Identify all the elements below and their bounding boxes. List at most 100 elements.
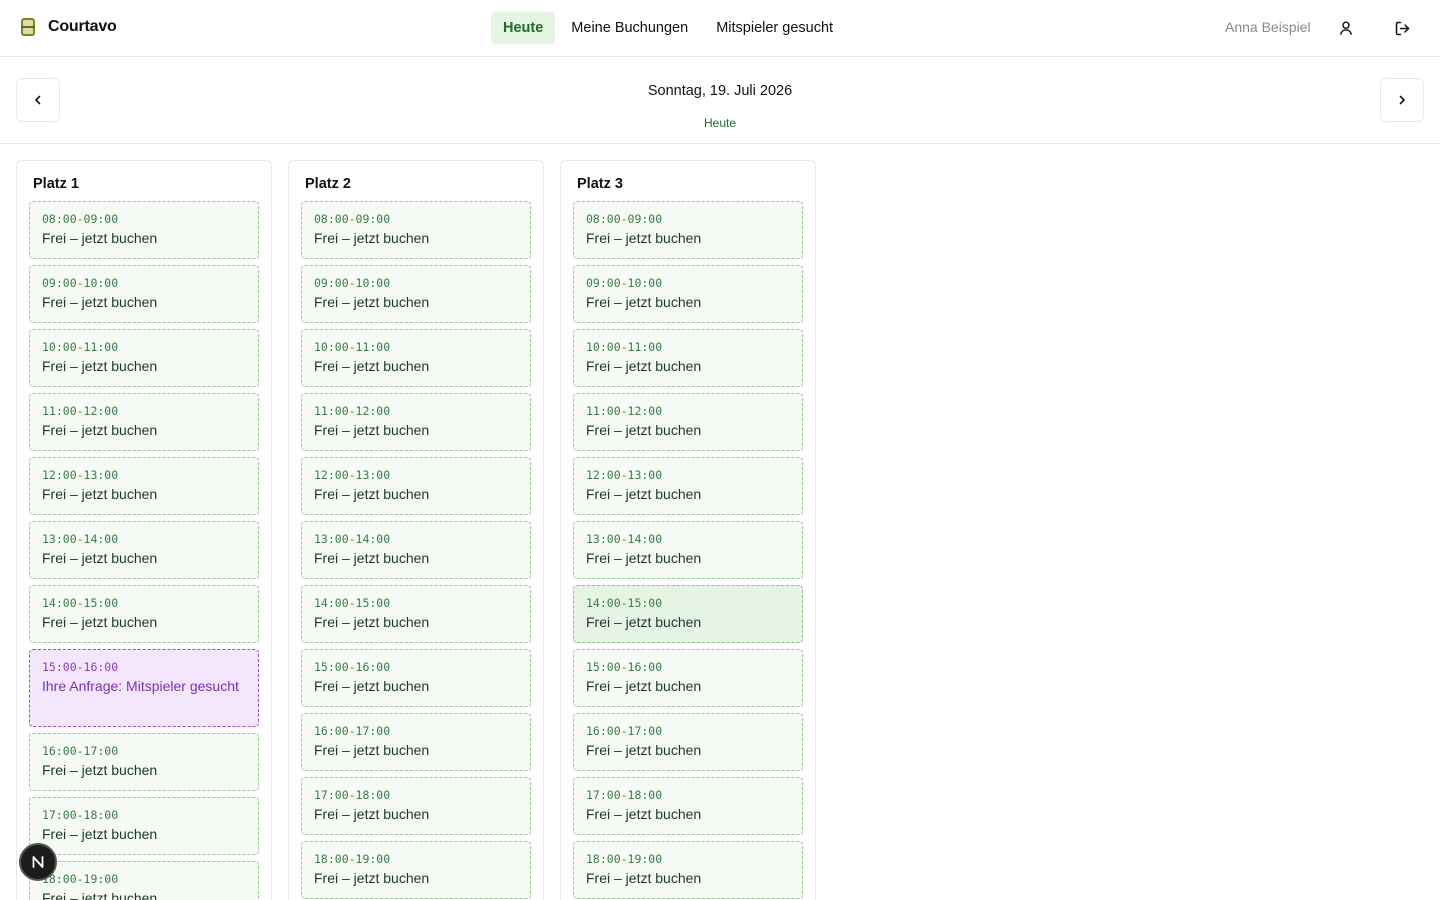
slot-time: 18:00-19:00 <box>42 872 119 886</box>
slot-label: Frei – jetzt buchen <box>42 486 158 502</box>
slot-card[interactable]: 15:00-16:00 Frei – jetzt buchen <box>573 649 803 707</box>
slot-time: 08:00-09:00 <box>314 212 391 226</box>
slot-label: Frei – jetzt buchen <box>314 358 430 374</box>
dev-tools-button[interactable] <box>19 843 57 881</box>
slot-card[interactable]: 08:00-09:00 Frei – jetzt buchen <box>29 201 259 259</box>
slot-time: 16:00-17:00 <box>42 744 119 758</box>
slot-time: 12:00-13:00 <box>314 468 391 482</box>
slot-label: Frei – jetzt buchen <box>586 358 702 374</box>
slot-label: Frei – jetzt buchen <box>586 870 702 886</box>
slot-card[interactable]: 15:00-16:00 Frei – jetzt buchen <box>301 649 531 707</box>
court-title: Platz 2 <box>305 176 351 192</box>
brand[interactable]: Courtavo <box>20 17 117 37</box>
slot-list: 08:00-09:00 Frei – jetzt buchen 09:00-10:… <box>573 201 803 899</box>
slot-label: Frei – jetzt buchen <box>314 806 430 822</box>
slot-time: 17:00-18:00 <box>42 808 119 822</box>
main-nav: Heute Meine Buchungen Mitspieler gesucht <box>491 12 845 44</box>
slot-card[interactable]: 17:00-18:00 Frei – jetzt buchen <box>573 777 803 835</box>
slot-card[interactable]: 16:00-17:00 Frei – jetzt buchen <box>29 733 259 791</box>
logout-icon[interactable] <box>1391 17 1413 39</box>
slot-time: 09:00-10:00 <box>42 276 119 290</box>
slot-label: Frei – jetzt buchen <box>42 890 158 900</box>
slot-card[interactable]: 13:00-14:00 Frei – jetzt buchen <box>29 521 259 579</box>
slot-card[interactable]: 18:00-19:00 Frei – jetzt buchen <box>29 861 259 900</box>
slot-label: Frei – jetzt buchen <box>586 294 702 310</box>
slot-time: 15:00-16:00 <box>42 660 119 674</box>
slot-card[interactable]: 10:00-11:00 Frei – jetzt buchen <box>29 329 259 387</box>
slot-card[interactable]: 12:00-13:00 Frei – jetzt buchen <box>301 457 531 515</box>
user-name[interactable]: Anna Beispiel <box>1225 19 1311 35</box>
court-title: Platz 3 <box>577 176 623 192</box>
slot-card[interactable]: 13:00-14:00 Frei – jetzt buchen <box>301 521 531 579</box>
slot-card[interactable]: 10:00-11:00 Frei – jetzt buchen <box>301 329 531 387</box>
slot-label: Frei – jetzt buchen <box>314 742 430 758</box>
slot-card[interactable]: 08:00-09:00 Frei – jetzt buchen <box>301 201 531 259</box>
slot-list: 08:00-09:00 Frei – jetzt buchen 09:00-10:… <box>29 201 259 900</box>
slot-card[interactable]: 16:00-17:00 Frei – jetzt buchen <box>301 713 531 771</box>
slot-card[interactable]: 18:00-19:00 Frei – jetzt buchen <box>573 841 803 899</box>
slot-label: Frei – jetzt buchen <box>586 806 702 822</box>
slot-card[interactable]: 12:00-13:00 Frei – jetzt buchen <box>573 457 803 515</box>
slot-card-request[interactable]: 15:00-16:00 Ihre Anfrage: Mitspieler gesu… <box>29 649 259 727</box>
slot-card[interactable]: 08:00-09:00 Frei – jetzt buchen <box>573 201 803 259</box>
slot-time: 14:00-15:00 <box>314 596 391 610</box>
slot-time: 13:00-14:00 <box>586 532 663 546</box>
slot-time: 16:00-17:00 <box>586 724 663 738</box>
slot-time: 08:00-09:00 <box>586 212 663 226</box>
slot-label: Frei – jetzt buchen <box>42 614 158 630</box>
court-column: Platz 3 08:00-09:00 Frei – jetzt buchen 0… <box>560 160 816 900</box>
top-bar: Courtavo Heute Meine Buchungen Mitspiele… <box>0 0 1440 57</box>
slot-label: Frei – jetzt buchen <box>586 486 702 502</box>
slot-label: Frei – jetzt buchen <box>314 486 430 502</box>
slot-time: 15:00-16:00 <box>586 660 663 674</box>
court-column: Platz 1 08:00-09:00 Frei – jetzt buchen 0… <box>16 160 272 900</box>
court-logo-icon <box>21 18 35 36</box>
user-icon[interactable] <box>1335 17 1357 39</box>
n-badge-icon <box>32 856 44 868</box>
slot-card[interactable]: 12:00-13:00 Frei – jetzt buchen <box>29 457 259 515</box>
next-day-button[interactable] <box>1380 78 1424 122</box>
slot-time: 08:00-09:00 <box>42 212 119 226</box>
slot-card[interactable]: 16:00-17:00 Frei – jetzt buchen <box>573 713 803 771</box>
nav-item-mitspieler-gesucht[interactable]: Mitspieler gesucht <box>704 12 845 44</box>
slot-card[interactable]: 10:00-11:00 Frei – jetzt buchen <box>573 329 803 387</box>
slot-time: 16:00-17:00 <box>314 724 391 738</box>
court-column: Platz 2 08:00-09:00 Frei – jetzt buchen 0… <box>288 160 544 900</box>
slot-card[interactable]: 09:00-10:00 Frei – jetzt buchen <box>573 265 803 323</box>
slot-card[interactable]: 18:00-19:00 Frei – jetzt buchen <box>301 841 531 899</box>
slot-time: 18:00-19:00 <box>314 852 391 866</box>
slot-time: 09:00-10:00 <box>314 276 391 290</box>
date-subtitle: Heute <box>703 116 737 130</box>
chevron-right-icon <box>1399 95 1405 105</box>
court-title: Platz 1 <box>33 176 79 192</box>
slot-card[interactable]: 09:00-10:00 Frei – jetzt buchen <box>301 265 531 323</box>
slot-card[interactable]: 14:00-15:00 Frei – jetzt buchen <box>301 585 531 643</box>
slot-time: 12:00-13:00 <box>42 468 119 482</box>
date-bar: Sonntag, 19. Juli 2026 Heute <box>0 57 1440 144</box>
slot-card[interactable]: 14:00-15:00 Frei – jetzt buchen <box>29 585 259 643</box>
brand-name: Courtavo <box>48 18 117 35</box>
slot-label: Frei – jetzt buchen <box>42 422 158 438</box>
slot-label: Frei – jetzt buchen <box>314 230 430 246</box>
slot-time: 11:00-12:00 <box>586 404 663 418</box>
slot-card[interactable]: 11:00-12:00 Frei – jetzt buchen <box>301 393 531 451</box>
slot-time: 13:00-14:00 <box>314 532 391 546</box>
slot-time: 10:00-11:00 <box>314 340 391 354</box>
slot-card-hovered[interactable]: 14:00-15:00 Frei – jetzt buchen <box>573 585 803 643</box>
slot-time: 13:00-14:00 <box>42 532 119 546</box>
slot-card[interactable]: 11:00-12:00 Frei – jetzt buchen <box>29 393 259 451</box>
slot-time: 09:00-10:00 <box>586 276 663 290</box>
slot-time: 18:00-19:00 <box>586 852 663 866</box>
slot-label: Frei – jetzt buchen <box>42 294 158 310</box>
slot-card[interactable]: 17:00-18:00 Frei – jetzt buchen <box>301 777 531 835</box>
nav-item-meine-buchungen[interactable]: Meine Buchungen <box>559 12 700 44</box>
slot-label: Ihre Anfrage: Mitspieler gesucht <box>42 678 239 694</box>
slot-card[interactable]: 17:00-18:00 Frei – jetzt buchen <box>29 797 259 855</box>
slot-label: Frei – jetzt buchen <box>314 294 430 310</box>
slot-label: Frei – jetzt buchen <box>42 358 158 374</box>
slot-card[interactable]: 11:00-12:00 Frei – jetzt buchen <box>573 393 803 451</box>
slot-card[interactable]: 13:00-14:00 Frei – jetzt buchen <box>573 521 803 579</box>
slot-card[interactable]: 09:00-10:00 Frei – jetzt buchen <box>29 265 259 323</box>
nav-item-heute[interactable]: Heute <box>491 12 556 44</box>
slot-time: 14:00-15:00 <box>42 596 119 610</box>
